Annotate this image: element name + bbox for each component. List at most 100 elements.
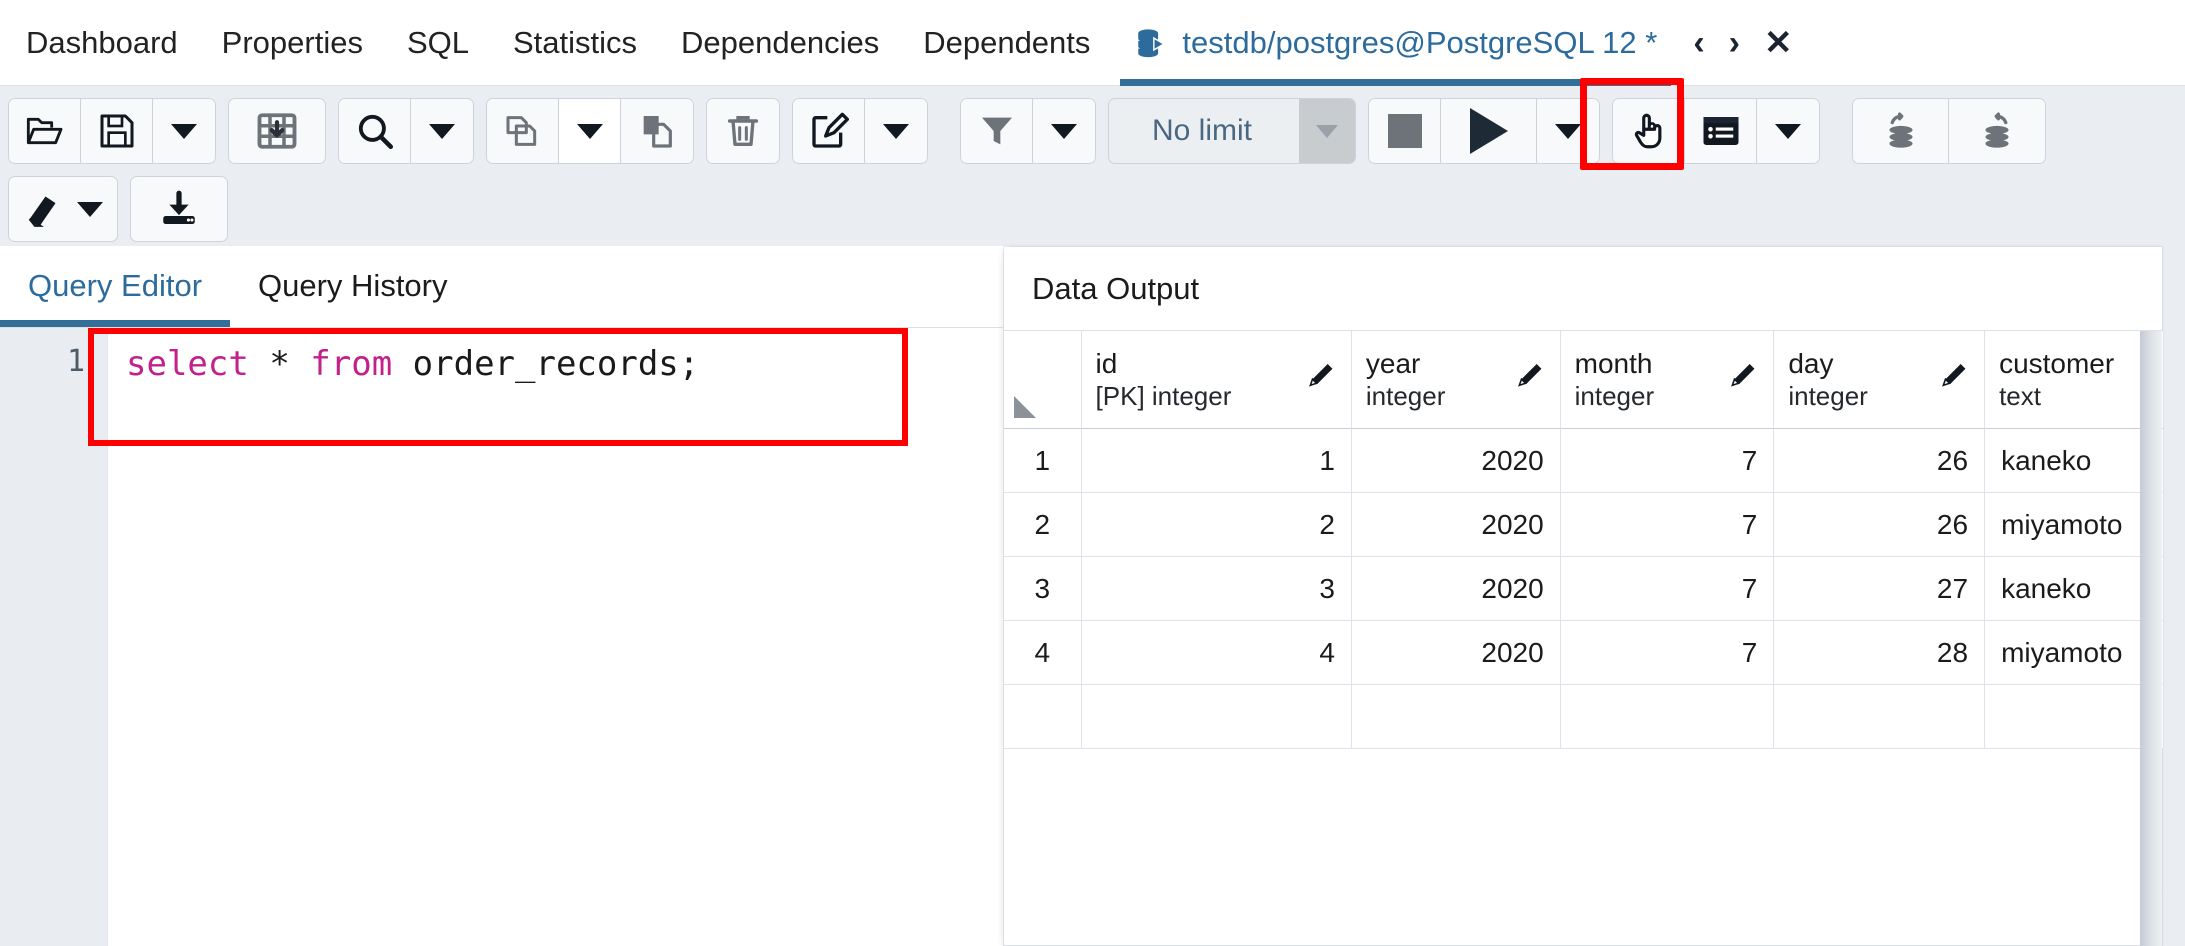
column-header-year[interactable]: year integer bbox=[1352, 331, 1561, 429]
clipboard-group bbox=[486, 98, 694, 164]
select-all-corner[interactable] bbox=[1004, 331, 1082, 429]
chevron-down-icon bbox=[77, 202, 103, 217]
line-number-gutter: 1 bbox=[0, 328, 108, 946]
table-row[interactable]: 2 2 2020 7 26 miyamoto bbox=[1004, 493, 2164, 557]
column-header-id[interactable]: id [PK] integer bbox=[1082, 331, 1352, 429]
rollback-button[interactable] bbox=[1949, 99, 2045, 163]
cell-customer[interactable]: kaneko bbox=[1985, 557, 2164, 621]
filter-dropdown[interactable] bbox=[1033, 99, 1095, 163]
cell-month[interactable]: 7 bbox=[1561, 493, 1775, 557]
row-number: 3 bbox=[1004, 557, 1082, 621]
cell-year[interactable]: 2020 bbox=[1352, 493, 1561, 557]
column-header-month[interactable]: month integer bbox=[1561, 331, 1775, 429]
find-button[interactable] bbox=[339, 99, 411, 163]
stop-button[interactable] bbox=[1369, 99, 1441, 163]
column-edit-pencil-icon[interactable] bbox=[1727, 360, 1759, 399]
table-row[interactable]: 1 1 2020 7 26 kaneko bbox=[1004, 429, 2164, 493]
macros-button[interactable] bbox=[1685, 99, 1757, 163]
tab-properties[interactable]: Properties bbox=[200, 0, 385, 86]
column-edit-pencil-icon[interactable] bbox=[1305, 360, 1337, 399]
transaction-group bbox=[1852, 98, 2046, 164]
save-file-button[interactable] bbox=[81, 99, 153, 163]
results-vertical-scrollbar[interactable] bbox=[2140, 331, 2162, 946]
column-name: day bbox=[1788, 347, 1868, 381]
cell-day[interactable]: 28 bbox=[1774, 621, 1985, 685]
cell-day[interactable]: 26 bbox=[1774, 429, 1985, 493]
tab-statistics[interactable]: Statistics bbox=[491, 0, 659, 86]
cell-customer[interactable] bbox=[1985, 685, 2164, 749]
delete-group bbox=[706, 98, 780, 164]
filter-button[interactable] bbox=[961, 99, 1033, 163]
cell-customer[interactable]: miyamoto bbox=[1985, 621, 2164, 685]
cell-id[interactable]: 4 bbox=[1082, 621, 1352, 685]
tab-close-icon[interactable]: ✕ bbox=[1764, 26, 1793, 60]
column-header-customer[interactable]: customer text bbox=[1985, 331, 2164, 429]
cell-month[interactable] bbox=[1561, 685, 1775, 749]
paste-button[interactable] bbox=[621, 99, 693, 163]
clear-button[interactable] bbox=[9, 177, 117, 241]
play-triangle-icon bbox=[1470, 108, 1508, 154]
tab-next-icon[interactable]: › bbox=[1729, 26, 1740, 60]
column-type: [PK] integer bbox=[1096, 381, 1232, 413]
open-file-button[interactable] bbox=[9, 99, 81, 163]
query-tool-toolbar: No limit bbox=[0, 86, 2185, 246]
tab-prev-icon[interactable]: ‹ bbox=[1693, 26, 1704, 60]
tab-query-history[interactable]: Query History bbox=[230, 245, 475, 327]
row-number bbox=[1004, 685, 1082, 749]
table-row[interactable]: 3 3 2020 7 27 kaneko bbox=[1004, 557, 2164, 621]
tab-query-editor[interactable]: Query Editor bbox=[0, 245, 230, 327]
tab-sql[interactable]: SQL bbox=[385, 0, 491, 86]
tab-query-tool-testdb[interactable]: testdb/postgres@PostgreSQL 12 * bbox=[1112, 0, 1679, 86]
cell-year[interactable]: 2020 bbox=[1352, 557, 1561, 621]
cell-id[interactable] bbox=[1082, 685, 1352, 749]
execute-dropdown[interactable] bbox=[1537, 99, 1599, 163]
editor-tab-bar: Query Editor Query History bbox=[0, 246, 1003, 328]
grid-header-row: id [PK] integer bbox=[1004, 331, 2164, 429]
download-button[interactable] bbox=[131, 177, 227, 241]
chevron-down-icon bbox=[1051, 124, 1077, 139]
tab-dependencies[interactable]: Dependencies bbox=[659, 0, 901, 86]
delete-button[interactable] bbox=[707, 99, 779, 163]
cell-month[interactable]: 7 bbox=[1561, 429, 1775, 493]
column-edit-pencil-icon[interactable] bbox=[1514, 360, 1546, 399]
row-number: 2 bbox=[1004, 493, 1082, 557]
cell-month[interactable]: 7 bbox=[1561, 621, 1775, 685]
explain-button[interactable] bbox=[1613, 99, 1685, 163]
tab-nav-controls: ‹ › ✕ bbox=[1693, 26, 1800, 60]
cell-id[interactable]: 2 bbox=[1082, 493, 1352, 557]
cell-year[interactable]: 2020 bbox=[1352, 621, 1561, 685]
new-row-placeholder[interactable] bbox=[1004, 685, 2164, 749]
cell-year[interactable]: 2020 bbox=[1352, 429, 1561, 493]
edit-button[interactable] bbox=[793, 99, 865, 163]
cell-id[interactable]: 3 bbox=[1082, 557, 1352, 621]
macros-dropdown[interactable] bbox=[1757, 99, 1819, 163]
cell-year[interactable] bbox=[1352, 685, 1561, 749]
row-limit-arrow[interactable] bbox=[1299, 99, 1355, 163]
sql-space-3 bbox=[392, 344, 412, 384]
sql-keyword-from: from bbox=[310, 344, 392, 384]
save-file-dropdown[interactable] bbox=[153, 99, 215, 163]
edit-dropdown[interactable] bbox=[865, 99, 927, 163]
insert-rows-button[interactable] bbox=[229, 99, 325, 163]
column-name: id bbox=[1096, 347, 1232, 381]
row-limit-select[interactable]: No limit bbox=[1108, 98, 1356, 164]
execute-button[interactable] bbox=[1441, 99, 1537, 163]
column-edit-pencil-icon[interactable] bbox=[1938, 360, 1970, 399]
tab-dashboard[interactable]: Dashboard bbox=[0, 0, 200, 86]
find-dropdown[interactable] bbox=[411, 99, 473, 163]
cell-day[interactable]: 27 bbox=[1774, 557, 1985, 621]
magnifier-icon bbox=[354, 110, 396, 152]
column-header-day[interactable]: day integer bbox=[1774, 331, 1985, 429]
tab-dependents[interactable]: Dependents bbox=[901, 0, 1112, 86]
cell-day[interactable] bbox=[1774, 685, 1985, 749]
cell-month[interactable]: 7 bbox=[1561, 557, 1775, 621]
sql-code-input[interactable]: select * from order_records; bbox=[108, 328, 1003, 946]
cell-customer[interactable]: kaneko bbox=[1985, 429, 2164, 493]
copy-button[interactable] bbox=[487, 99, 559, 163]
cell-customer[interactable]: miyamoto bbox=[1985, 493, 2164, 557]
commit-button[interactable] bbox=[1853, 99, 1949, 163]
table-row[interactable]: 4 4 2020 7 28 miyamoto bbox=[1004, 621, 2164, 685]
cell-day[interactable]: 26 bbox=[1774, 493, 1985, 557]
cell-id[interactable]: 1 bbox=[1082, 429, 1352, 493]
copy-dropdown[interactable] bbox=[559, 99, 621, 163]
